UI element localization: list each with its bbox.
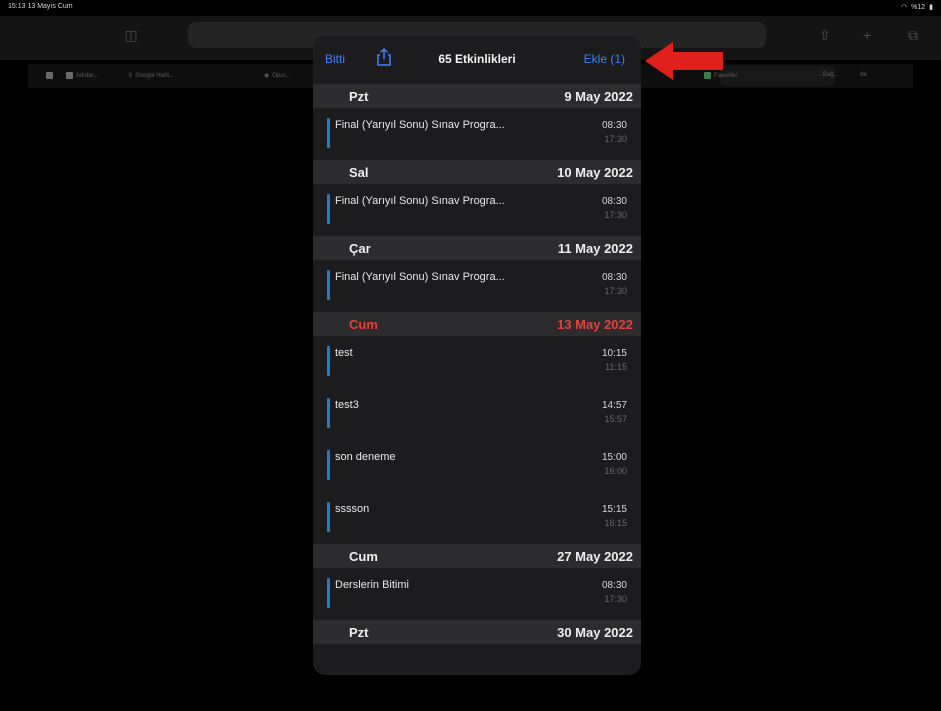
event-title: Final (Yarıyıl Sonu) Sınav Progra... bbox=[335, 195, 505, 207]
day-header-today: Cum 13 May 2022 bbox=[313, 312, 641, 336]
day-name: Çar bbox=[349, 241, 371, 256]
tabs-overview-icon[interactable]: ⧉ bbox=[906, 28, 920, 42]
event-title: test bbox=[335, 347, 353, 359]
calendar-color-bar bbox=[327, 398, 330, 428]
event-row[interactable]: Derslerin Bitimi 08:30 17:30 bbox=[313, 568, 641, 620]
bookmark-item[interactable]: de bbox=[860, 72, 867, 78]
event-start-time: 08:30 bbox=[601, 120, 627, 131]
new-tab-icon[interactable]: + bbox=[860, 28, 874, 42]
event-start-time: 08:30 bbox=[601, 580, 627, 591]
day-date: 11 May 2022 bbox=[557, 241, 633, 256]
square-icon bbox=[66, 72, 73, 79]
event-title: sssson bbox=[335, 503, 370, 515]
day-name: Cum bbox=[349, 317, 378, 332]
event-title: Final (Yarıyıl Sonu) Sınav Progra... bbox=[335, 271, 505, 283]
calendar-color-bar bbox=[327, 118, 330, 148]
event-row[interactable]: son deneme 15:00 16:00 bbox=[313, 440, 641, 492]
battery-label: %12 bbox=[911, 3, 926, 11]
event-start-time: 15:15 bbox=[601, 504, 627, 515]
day-date: 27 May 2022 bbox=[557, 549, 633, 564]
event-end-time: 15:57 bbox=[604, 414, 627, 424]
event-row[interactable]: test 10:15 11:15 bbox=[313, 336, 641, 388]
day-date: 10 May 2022 bbox=[557, 165, 633, 180]
event-title: Final (Yarıyıl Sonu) Sınav Progra... bbox=[335, 119, 505, 131]
status-time-date: 15:13 13 Mayıs Cum bbox=[8, 3, 73, 10]
battery-icon: ▮ bbox=[929, 4, 933, 11]
event-end-time: 17:30 bbox=[604, 286, 627, 296]
bookmark-label: de bbox=[860, 72, 867, 78]
bookmark-item[interactable]: ⚲ Google Harit... bbox=[128, 72, 175, 80]
events-popover: Bitti 65 Etkinlikleri Ekle (1) Pzt 9 May… bbox=[313, 36, 641, 675]
day-date: 13 May 2022 bbox=[557, 317, 633, 332]
day-header: Çar 11 May 2022 bbox=[313, 236, 641, 260]
share-icon[interactable] bbox=[375, 47, 393, 67]
bookmark-label: Google Harit... bbox=[135, 72, 175, 79]
event-end-time: 17:30 bbox=[604, 210, 627, 220]
bookmark-item[interactable]: ...Bağ... bbox=[818, 72, 839, 78]
events-list[interactable]: Pzt 9 May 2022 Final (Yarıyıl Sonu) Sına… bbox=[313, 84, 641, 644]
day-name: Pzt bbox=[349, 625, 369, 640]
event-end-time: 16:15 bbox=[604, 518, 627, 528]
day-header: Sal 10 May 2022 bbox=[313, 160, 641, 184]
location-icon: ⚲ bbox=[128, 73, 133, 79]
bookmark-item[interactable]: ◉ Opur... bbox=[264, 72, 291, 80]
bookmark-item[interactable] bbox=[46, 72, 53, 79]
day-name: Cum bbox=[349, 549, 378, 564]
calendar-color-bar bbox=[327, 578, 330, 608]
event-row[interactable]: Final (Yarıyıl Sonu) Sınav Progra... 08:… bbox=[313, 184, 641, 236]
day-date: 30 May 2022 bbox=[557, 625, 633, 640]
event-end-time: 17:30 bbox=[604, 594, 627, 604]
square-icon bbox=[46, 72, 53, 79]
annotation-arrow-icon bbox=[645, 42, 723, 80]
done-button[interactable]: Bitti bbox=[325, 52, 345, 66]
event-end-time: 11:15 bbox=[605, 362, 627, 372]
event-row[interactable]: Final (Yarıyıl Sonu) Sınav Progra... 08:… bbox=[313, 260, 641, 312]
status-bar: 15:13 13 Mayıs Cum ◠ %12 ▮ bbox=[0, 0, 941, 14]
day-name: Sal bbox=[349, 165, 369, 180]
status-indicators: ◠ %12 ▮ bbox=[901, 3, 933, 12]
sidebar-icon[interactable]: ◫ bbox=[124, 28, 138, 42]
wifi-icon: ◠ bbox=[901, 4, 908, 11]
favorites-bar-right-items: Favoriler ...Bağ... de bbox=[700, 64, 913, 88]
bookmark-label: Adobe... bbox=[76, 72, 99, 79]
day-header: Cum 27 May 2022 bbox=[313, 544, 641, 568]
globe-icon: ◉ bbox=[264, 73, 270, 79]
event-start-time: 08:30 bbox=[601, 272, 627, 283]
bookmark-label: Opur... bbox=[272, 72, 291, 79]
event-start-time: 08:30 bbox=[601, 196, 627, 207]
day-header: Pzt 9 May 2022 bbox=[313, 84, 641, 108]
event-end-time: 17:30 bbox=[604, 134, 627, 144]
event-title: test3 bbox=[335, 399, 359, 411]
day-date: 9 May 2022 bbox=[564, 89, 633, 104]
ipad-screen: 15:13 13 Mayıs Cum ◠ %12 ▮ ◫ ⇧ + ⧉ Adobe… bbox=[0, 0, 941, 711]
event-row[interactable]: sssson 15:15 16:15 bbox=[313, 492, 641, 544]
day-header: Pzt 30 May 2022 bbox=[313, 620, 641, 644]
bookmark-item[interactable]: Adobe... bbox=[66, 72, 98, 79]
calendar-color-bar bbox=[327, 194, 330, 224]
share-toolbar-icon[interactable]: ⇧ bbox=[818, 28, 832, 42]
event-row[interactable]: Final (Yarıyıl Sonu) Sınav Progra... 08:… bbox=[313, 108, 641, 160]
event-end-time: 16:00 bbox=[604, 466, 627, 476]
popover-header: Bitti 65 Etkinlikleri Ekle (1) bbox=[313, 36, 641, 84]
event-title: son deneme bbox=[335, 451, 396, 463]
calendar-color-bar bbox=[327, 502, 330, 532]
event-row[interactable]: test3 14:57 15:57 bbox=[313, 388, 641, 440]
event-start-time: 10:15 bbox=[601, 348, 627, 359]
add-button[interactable]: Ekle (1) bbox=[584, 52, 625, 66]
bookmark-label: ...Bağ... bbox=[818, 72, 839, 78]
day-name: Pzt bbox=[349, 89, 369, 104]
event-start-time: 15:00 bbox=[601, 452, 627, 463]
event-title: Derslerin Bitimi bbox=[335, 579, 409, 591]
calendar-color-bar bbox=[327, 346, 330, 376]
calendar-color-bar bbox=[327, 450, 330, 480]
event-start-time: 14:57 bbox=[601, 400, 627, 411]
calendar-color-bar bbox=[327, 270, 330, 300]
